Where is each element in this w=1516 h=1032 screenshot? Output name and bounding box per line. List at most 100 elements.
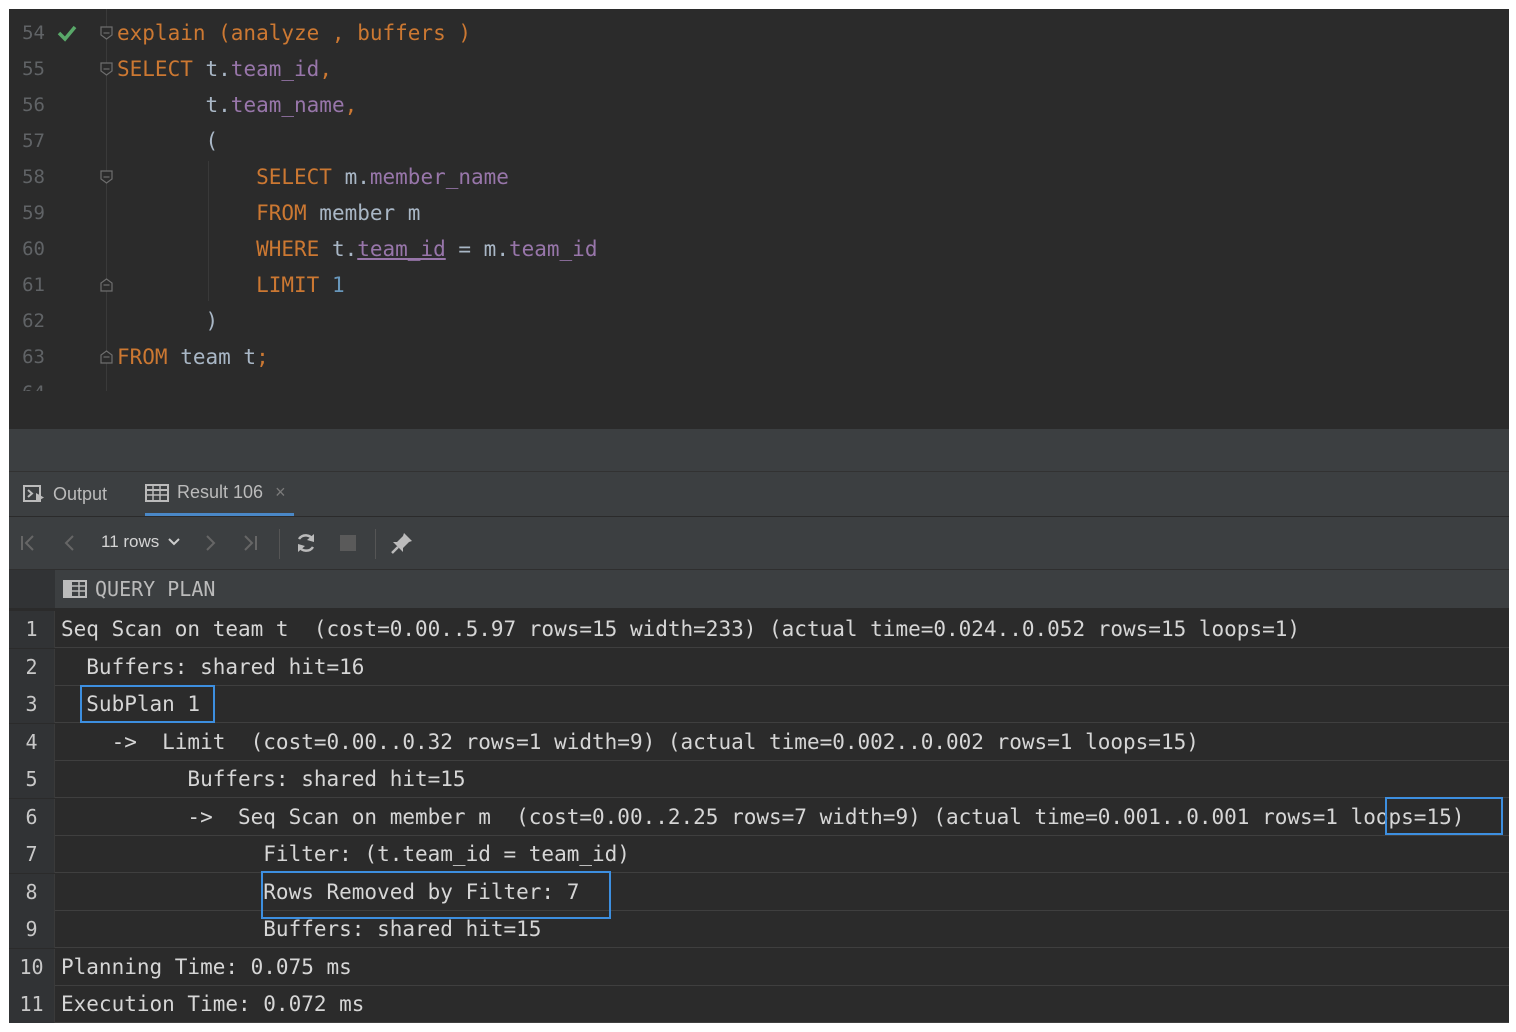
fold-icon[interactable] bbox=[100, 350, 113, 364]
code-text: ( bbox=[117, 123, 219, 159]
fold-icon[interactable] bbox=[100, 62, 113, 76]
chevron-down-icon bbox=[168, 538, 180, 546]
row-number[interactable]: 4 bbox=[9, 723, 55, 761]
last-page-button[interactable] bbox=[237, 530, 263, 556]
code-token: member_name bbox=[369, 165, 509, 189]
code-line[interactable]: 58 SELECT m.member_name bbox=[9, 159, 1509, 195]
grid-header: QUERY PLAN bbox=[9, 570, 1509, 608]
table-row[interactable]: 1 Seq Scan on team t (cost=0.00..5.97 row… bbox=[9, 611, 1509, 648]
code-token: ( bbox=[117, 129, 219, 153]
code-line[interactable]: 54 explain (analyze , buffers ) bbox=[9, 15, 1509, 51]
tab-output-label: Output bbox=[53, 483, 108, 504]
sql-editor[interactable]: 54 explain (analyze , buffers ) 55 SELECT t… bbox=[9, 9, 1509, 391]
row-number[interactable]: 3 bbox=[9, 686, 55, 723]
table-row[interactable]: 2 Buffers: shared hit=16 bbox=[9, 648, 1509, 686]
code-line[interactable]: 64 bbox=[9, 375, 1509, 391]
tab-result[interactable]: Result 106 × bbox=[145, 472, 294, 516]
code-line[interactable]: 55 SELECT t.team_id, bbox=[9, 51, 1509, 87]
code-token: 1 bbox=[331, 273, 345, 297]
first-page-icon bbox=[21, 535, 34, 551]
check-icon bbox=[57, 25, 77, 42]
code-text: SELECT t.team_id, bbox=[117, 51, 332, 87]
row-number[interactable]: 7 bbox=[9, 836, 55, 873]
line-number: 60 bbox=[22, 238, 45, 260]
fold-icon[interactable] bbox=[100, 170, 113, 184]
refresh-icon bbox=[297, 534, 315, 552]
query-plan-cell[interactable]: Buffers: shared hit=16 bbox=[61, 649, 364, 686]
table-row[interactable]: 5 Buffers: shared hit=15 bbox=[9, 761, 1509, 798]
code-token: ; bbox=[256, 345, 269, 369]
row-number[interactable]: 10 bbox=[9, 948, 55, 986]
code-line[interactable]: 56 t.team_name, bbox=[9, 87, 1509, 123]
code-line[interactable]: 57 ( bbox=[9, 123, 1509, 159]
close-tab-icon[interactable]: × bbox=[275, 482, 286, 503]
code-token: SELECT bbox=[256, 165, 332, 189]
line-number: 57 bbox=[22, 130, 45, 152]
code-text: FROM member m bbox=[117, 195, 420, 231]
code-line[interactable]: 61 LIMIT 1 bbox=[9, 267, 1509, 303]
query-plan-cell[interactable]: Seq Scan on team t (cost=0.00..5.97 rows… bbox=[61, 611, 1300, 648]
code-token: FROM bbox=[256, 201, 307, 225]
row-number[interactable]: 6 bbox=[9, 798, 55, 836]
line-number: 56 bbox=[22, 94, 45, 116]
code-line[interactable]: 60 WHERE t.team_id = m.team_id bbox=[9, 231, 1509, 267]
table-row[interactable]: 11 Execution Time: 0.072 ms bbox=[9, 986, 1509, 1023]
query-plan-grid: QUERY PLAN 1 Seq Scan on team t (cost=0.0… bbox=[9, 570, 1509, 1023]
pin-tab-button[interactable] bbox=[389, 530, 415, 556]
code-token: ) bbox=[117, 309, 219, 333]
tab-result-label: Result 106 bbox=[177, 482, 264, 502]
table-row[interactable]: 10 Planning Time: 0.075 ms bbox=[9, 948, 1509, 986]
highlight-subplan bbox=[80, 685, 215, 723]
stop-button[interactable] bbox=[335, 530, 361, 556]
row-number[interactable]: 9 bbox=[9, 911, 55, 948]
code-token: FROM bbox=[117, 345, 168, 369]
row-number[interactable]: 8 bbox=[9, 873, 55, 911]
table-row[interactable]: 8 Rows Removed by Filter: 7 bbox=[9, 873, 1509, 911]
code-token: WHERE bbox=[256, 237, 320, 261]
code-token: member m bbox=[306, 201, 421, 225]
query-plan-cell[interactable]: Execution Time: 0.072 ms bbox=[61, 986, 364, 1023]
refresh-button[interactable] bbox=[293, 530, 319, 556]
code-token: = m. bbox=[445, 237, 509, 261]
column-type-icon bbox=[63, 580, 87, 598]
tab-output[interactable]: Output bbox=[23, 472, 107, 516]
code-token: , bbox=[344, 93, 358, 117]
query-plan-cell[interactable]: Buffers: shared hit=15 bbox=[61, 761, 465, 798]
code-token: t. bbox=[319, 237, 358, 261]
query-plan-cell[interactable]: -> Limit (cost=0.00..0.32 rows=1 width=9… bbox=[61, 724, 1199, 761]
row-number[interactable]: 1 bbox=[9, 611, 55, 648]
column-header-query-plan[interactable]: QUERY PLAN bbox=[63, 570, 215, 608]
code-token: team_id bbox=[508, 237, 598, 261]
code-token: explain (analyze , buffers ) bbox=[117, 21, 472, 45]
table-row[interactable]: 9 Buffers: shared hit=15 bbox=[9, 911, 1509, 948]
table-row[interactable]: 6 -> Seq Scan on member m (cost=0.00..2.… bbox=[9, 798, 1509, 836]
previous-page-button[interactable] bbox=[57, 530, 83, 556]
table-row[interactable]: 4 -> Limit (cost=0.00..0.32 rows=1 width… bbox=[9, 723, 1509, 761]
fold-icon[interactable] bbox=[100, 26, 113, 40]
row-number[interactable]: 2 bbox=[9, 648, 55, 686]
code-line[interactable]: 63 FROM team t; bbox=[9, 339, 1509, 375]
line-number: 61 bbox=[22, 274, 45, 296]
panel-splitter[interactable] bbox=[9, 429, 1509, 472]
row-number[interactable]: 11 bbox=[9, 986, 55, 1023]
code-text: explain (analyze , buffers ) bbox=[117, 15, 471, 51]
chevron-right-icon bbox=[206, 535, 216, 551]
code-line[interactable]: 59 FROM member m bbox=[9, 195, 1509, 231]
query-plan-cell[interactable]: -> Seq Scan on member m (cost=0.00..2.25… bbox=[61, 799, 1464, 836]
code-line[interactable]: 62 ) bbox=[9, 303, 1509, 339]
fold-icon[interactable] bbox=[100, 278, 113, 292]
code-text: t.team_name, bbox=[117, 87, 358, 123]
rows-count-label: 11 rows bbox=[101, 532, 160, 551]
code-token: m. bbox=[331, 165, 370, 189]
table-row[interactable]: 3 SubPlan 1 bbox=[9, 686, 1509, 723]
table-row[interactable]: 7 Filter: (t.team_id = team_id) bbox=[9, 836, 1509, 873]
first-page-button[interactable] bbox=[15, 530, 41, 556]
query-plan-cell[interactable]: Planning Time: 0.075 ms bbox=[61, 949, 352, 986]
next-page-button[interactable] bbox=[197, 530, 223, 556]
query-plan-cell[interactable]: Filter: (t.team_id = team_id) bbox=[61, 836, 630, 873]
row-number[interactable]: 5 bbox=[9, 761, 55, 798]
rows-count-selector[interactable]: 11 rows bbox=[101, 529, 181, 555]
table-icon bbox=[145, 483, 169, 502]
